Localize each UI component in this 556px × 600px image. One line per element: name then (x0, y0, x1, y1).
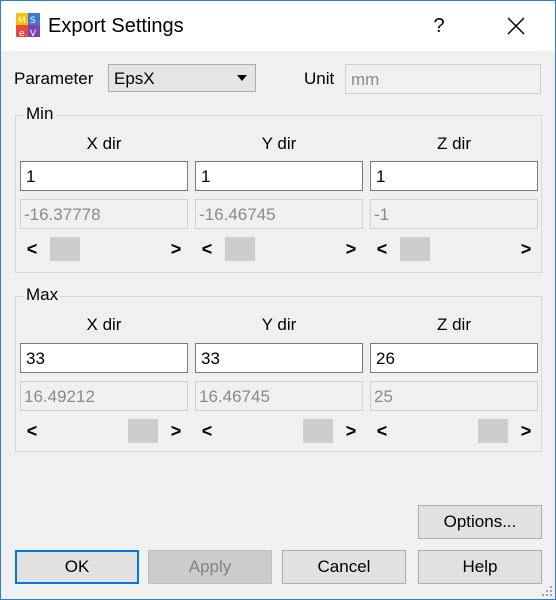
help-button[interactable]: Help (418, 550, 542, 584)
unit-value: mm (351, 70, 380, 89)
min-group-title: Min (24, 104, 56, 124)
close-icon (507, 17, 525, 35)
chevron-down-icon (237, 75, 247, 81)
svg-text:V: V (30, 29, 37, 39)
cancel-button[interactable]: Cancel (282, 550, 406, 584)
app-logo-icon: M S e V (16, 13, 40, 39)
export-settings-dialog: M S e V Export Settings ? Parameter EpsX… (0, 0, 556, 600)
scroll-left-icon[interactable]: < (197, 420, 217, 442)
max-y-header: Y dir (261, 315, 297, 334)
parameter-value: EpsX (114, 69, 155, 88)
svg-text:M: M (18, 16, 26, 26)
min-y-readonly: -16.46745 (195, 199, 363, 229)
min-x-readonly: -16.37778 (20, 199, 188, 229)
min-x-input[interactable]: 1 (20, 161, 188, 191)
scroll-thumb[interactable] (303, 419, 333, 443)
scroll-thumb[interactable] (478, 419, 508, 443)
min-z-header: Z dir (437, 134, 471, 153)
scroll-left-icon[interactable]: < (372, 238, 392, 260)
min-group: Min X dir Y dir Z dir 1 1 1 -16.37778 -1… (15, 104, 542, 273)
max-y-scrollbar[interactable]: < > (195, 419, 363, 443)
max-x-readonly: 16.49212 (20, 381, 188, 411)
unit-field: mm (345, 64, 541, 94)
max-y-readonly: 16.46745 (195, 381, 363, 411)
max-z-input[interactable]: 26 (370, 343, 538, 373)
svg-text:S: S (30, 16, 36, 26)
scroll-thumb[interactable] (225, 237, 255, 261)
scroll-right-icon[interactable]: > (166, 238, 186, 260)
min-y-scrollbar[interactable]: < > (195, 237, 363, 261)
max-z-readonly: 25 (370, 381, 538, 411)
unit-label: Unit (304, 69, 335, 88)
close-button[interactable] (493, 9, 539, 43)
scroll-right-icon[interactable]: > (341, 420, 361, 442)
min-x-header: X dir (86, 134, 122, 153)
min-x-scrollbar[interactable]: < > (20, 237, 188, 261)
scroll-left-icon[interactable]: < (197, 238, 217, 260)
max-group-title: Max (24, 285, 61, 305)
scroll-right-icon[interactable]: > (516, 420, 536, 442)
min-z-input[interactable]: 1 (370, 161, 538, 191)
options-button[interactable]: Options... (418, 505, 542, 539)
ok-button[interactable]: OK (15, 550, 139, 584)
scroll-left-icon[interactable]: < (22, 420, 42, 442)
min-z-readonly: -1 (370, 199, 538, 229)
resize-grip-icon[interactable] (541, 585, 553, 597)
scroll-right-icon[interactable]: > (166, 420, 186, 442)
title-bar: M S e V Export Settings ? (1, 1, 555, 51)
window-title: Export Settings (48, 15, 184, 37)
scroll-left-icon[interactable]: < (372, 420, 392, 442)
max-y-input[interactable]: 33 (195, 343, 363, 373)
svg-text:e: e (19, 29, 25, 39)
scroll-right-icon[interactable]: > (516, 238, 536, 260)
scroll-thumb[interactable] (50, 237, 80, 261)
scroll-thumb[interactable] (400, 237, 430, 261)
max-x-scrollbar[interactable]: < > (20, 419, 188, 443)
scroll-left-icon[interactable]: < (22, 238, 42, 260)
max-x-header: X dir (86, 315, 122, 334)
min-y-header: Y dir (261, 134, 297, 153)
scroll-right-icon[interactable]: > (341, 238, 361, 260)
min-y-input[interactable]: 1 (195, 161, 363, 191)
max-z-scrollbar[interactable]: < > (370, 419, 538, 443)
max-z-header: Z dir (437, 315, 471, 334)
min-z-scrollbar[interactable]: < > (370, 237, 538, 261)
max-group: Max X dir Y dir Z dir 33 33 26 16.49212 … (15, 285, 542, 452)
apply-button[interactable]: Apply (148, 550, 272, 584)
max-x-input[interactable]: 33 (20, 343, 188, 373)
parameter-dropdown[interactable]: EpsX (108, 64, 256, 92)
scroll-thumb[interactable] (128, 419, 158, 443)
parameter-label: Parameter (14, 69, 94, 88)
help-title-button[interactable]: ? (419, 9, 459, 43)
